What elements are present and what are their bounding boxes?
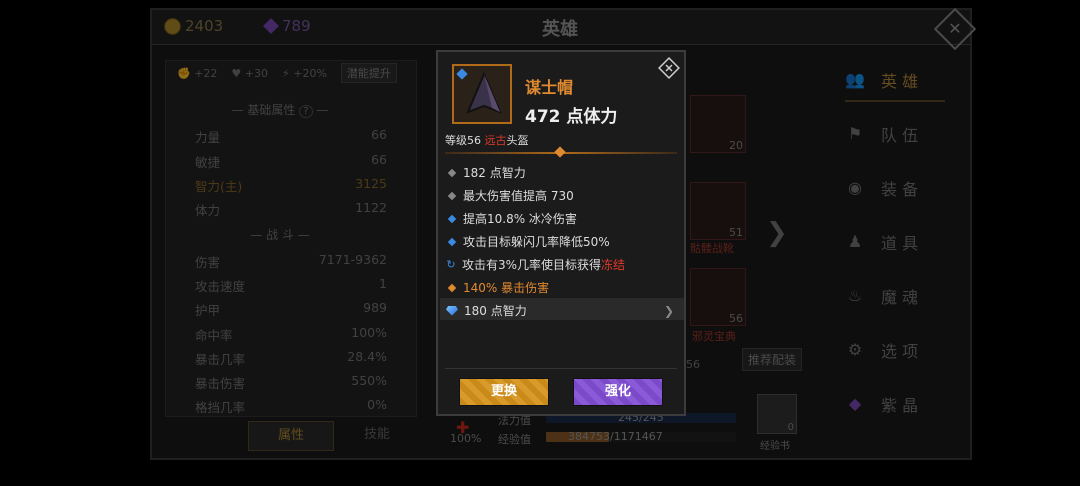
item-attr: 最大伤害值提高 730 bbox=[446, 187, 678, 204]
equip-slot-amulet[interactable]: 20 bbox=[690, 95, 746, 153]
equip-slot-boots[interactable]: 51 bbox=[690, 182, 746, 240]
nav-hero[interactable]: 👥 英 雄 bbox=[845, 60, 945, 102]
blue-bullet-icon bbox=[447, 237, 457, 246]
item-main-stat: 472 点体力 bbox=[525, 107, 618, 127]
hp-percent: 100% bbox=[450, 432, 482, 445]
base-stats-heading: — 基础属性 ? — bbox=[231, 103, 329, 118]
potential-upgrade-button[interactable]: 潜能提升 bbox=[340, 63, 397, 83]
stats-tabs: 属性 技能 bbox=[160, 421, 420, 451]
modal-close-button[interactable] bbox=[658, 57, 680, 79]
item-icon-slot bbox=[452, 64, 512, 124]
item-attr: 182 点智力 bbox=[446, 164, 678, 181]
stat-row: 命中率 100% bbox=[195, 325, 387, 343]
nav-team[interactable]: ⚑ 队 伍 bbox=[845, 114, 945, 154]
speed-bonus: ⚡ +20% bbox=[282, 66, 327, 80]
grey-bullet-icon bbox=[447, 168, 457, 177]
hero-icon: 👥 bbox=[845, 70, 865, 89]
nav-crystal[interactable]: ◆ 紫 晶 bbox=[845, 384, 945, 424]
stat-row: 暴击几率 28.4% bbox=[195, 349, 387, 367]
gem-counter: 789 bbox=[263, 17, 311, 35]
blue-bullet-icon bbox=[447, 214, 457, 223]
stat-row: 护甲 989 bbox=[195, 300, 387, 318]
item-attr: 140% 暴击伤害 bbox=[446, 279, 678, 296]
stat-row: 敏捷 66 bbox=[195, 152, 387, 170]
swap-button[interactable]: 更换 bbox=[459, 378, 549, 406]
exp-label: 经验值 bbox=[498, 433, 531, 446]
item-attr: 提高10.8% 冰冷伤害 bbox=[446, 210, 678, 227]
divider bbox=[445, 368, 677, 369]
chevron-right-icon[interactable]: ❯ bbox=[766, 218, 788, 248]
flame-icon: ♨ bbox=[847, 286, 863, 305]
item-level: 等级56 远古头盔 bbox=[445, 134, 529, 147]
exp-book-slot[interactable]: 0 bbox=[757, 394, 797, 434]
nav-soul[interactable]: ♨ 魔 魂 bbox=[845, 276, 945, 316]
close-icon: ✕ bbox=[948, 19, 962, 38]
close-icon bbox=[658, 57, 680, 79]
grey-bullet-icon bbox=[447, 191, 457, 200]
gold-coin-icon bbox=[164, 17, 181, 35]
boots-name: 骷髅战靴 bbox=[690, 242, 734, 255]
helmet-icon: ◉ bbox=[848, 178, 862, 197]
gold-counter: 2403 bbox=[164, 17, 223, 35]
combat-heading: — 战 斗 — bbox=[250, 228, 310, 242]
crystal-icon: ◆ bbox=[848, 394, 862, 413]
socket-gem-icon bbox=[446, 305, 458, 316]
exp-value: 384753/1171467 bbox=[568, 430, 663, 443]
enhance-button[interactable]: 强化 bbox=[573, 378, 663, 406]
nav-options[interactable]: ⚙ 选 项 bbox=[845, 330, 945, 370]
stat-row: 体力 1122 bbox=[195, 200, 387, 218]
equip-slot-book[interactable]: 56 bbox=[690, 268, 746, 326]
book-name: 邪灵宝典 bbox=[692, 330, 736, 343]
orange-bullet-icon bbox=[447, 283, 457, 292]
flag-icon: ⚑ bbox=[847, 124, 863, 143]
item-name: 谋士帽 bbox=[525, 78, 574, 97]
tab-skills[interactable]: 技能 bbox=[335, 421, 419, 449]
exp-book-label: 经验书 bbox=[760, 441, 790, 452]
tab-attributes[interactable]: 属性 bbox=[248, 421, 334, 451]
gear-icon: ⚙ bbox=[847, 340, 863, 359]
help-icon[interactable]: ? bbox=[299, 105, 313, 118]
stray-number: 56 bbox=[686, 358, 700, 371]
stat-row: 暴击伤害 550% bbox=[195, 373, 387, 391]
bag-icon: ♟ bbox=[847, 232, 863, 251]
chevron-right-icon: ❯ bbox=[663, 303, 674, 318]
bonus-bar: ✊ +22 ♥ +30 ⚡ +20% 潜能提升 bbox=[167, 62, 413, 84]
cycle-icon: ↻ bbox=[446, 258, 456, 271]
page-title: 英雄 bbox=[542, 19, 578, 40]
gold-value: 2403 bbox=[185, 17, 224, 35]
stat-row: 力量 66 bbox=[195, 127, 387, 145]
item-attr: 攻击目标躲闪几率降低50% bbox=[446, 233, 678, 250]
purple-gem-icon bbox=[263, 18, 279, 34]
health-bonus: ♥ +30 bbox=[231, 66, 268, 80]
stat-row: 攻击速度 1 bbox=[195, 276, 387, 294]
socket-attr[interactable]: 180 点智力 ❯ bbox=[446, 302, 678, 319]
stat-row: 伤害 7171-9362 bbox=[195, 252, 387, 270]
hat-icon bbox=[456, 68, 502, 114]
gem-value: 789 bbox=[282, 17, 311, 35]
strength-bonus: ✊ +22 bbox=[177, 66, 218, 80]
stat-row-primary: 智力(主) 3125 bbox=[195, 176, 387, 194]
nav-items[interactable]: ♟ 道 具 bbox=[845, 222, 945, 262]
item-attr: ↻ 攻击有3%几率使目标获得冻结 bbox=[446, 258, 626, 272]
nav-equipment[interactable]: ◉ 装 备 bbox=[845, 168, 945, 208]
stat-row: 格挡几率 0% bbox=[195, 397, 387, 415]
recommend-build-button[interactable]: 推荐配装 bbox=[742, 348, 803, 371]
